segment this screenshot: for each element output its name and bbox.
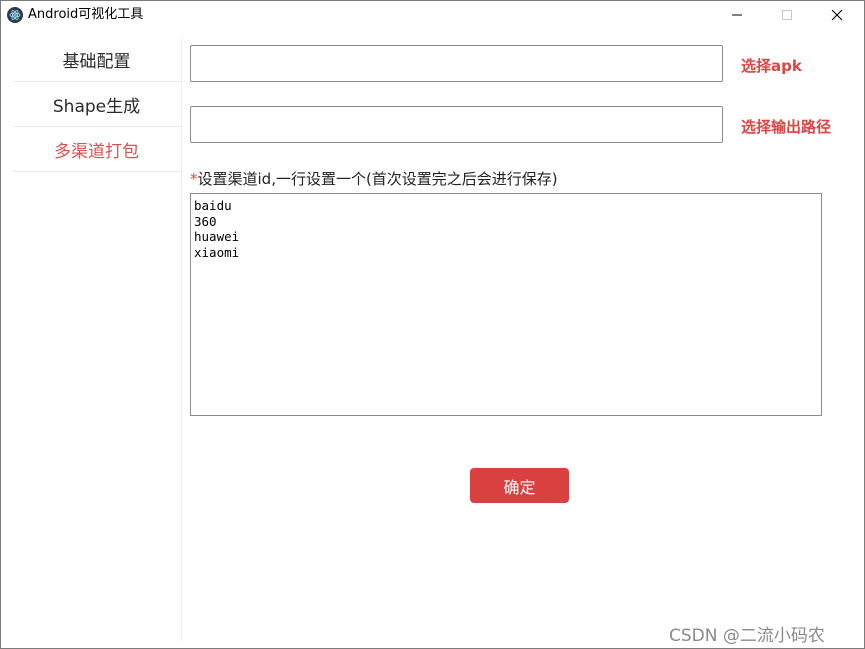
channel-id-label: *设置渠道id,一行设置一个(首次设置完之后会进行保存) bbox=[190, 168, 558, 189]
output-path-input[interactable] bbox=[190, 106, 723, 143]
sidebar-nav: 基础配置 Shape生成 多渠道打包 bbox=[2, 37, 182, 642]
select-output-path-button[interactable]: 选择输出路径 bbox=[741, 116, 831, 137]
confirm-button-label: 确定 bbox=[503, 477, 536, 497]
select-apk-button[interactable]: 选择apk bbox=[741, 55, 802, 76]
channel-ids-textarea[interactable]: baidu 360 huawei xiaomi bbox=[190, 193, 822, 416]
required-marker: * bbox=[190, 170, 198, 188]
channel-label-text: 设置渠道id,一行设置一个(首次设置完之后会进行保存) bbox=[197, 170, 558, 188]
minimize-icon bbox=[732, 14, 742, 16]
window-title: Android可视化工具 bbox=[28, 7, 144, 22]
electron-app-icon bbox=[7, 7, 23, 23]
app-window: Android可视化工具 基础配置 Shape生成 多渠道打包 选择apk 选择… bbox=[0, 0, 865, 649]
sidebar-item-basic-config[interactable]: 基础配置 bbox=[12, 37, 181, 82]
close-button[interactable] bbox=[814, 1, 860, 29]
title-bar: Android可视化工具 bbox=[1, 1, 864, 31]
maximize-button[interactable] bbox=[764, 1, 810, 29]
minimize-button[interactable] bbox=[714, 1, 760, 29]
sidebar-item-shape-generate[interactable]: Shape生成 bbox=[12, 82, 181, 127]
sidebar-item-label: Shape生成 bbox=[52, 96, 141, 117]
maximize-icon bbox=[782, 10, 792, 20]
confirm-button[interactable]: 确定 bbox=[470, 468, 569, 503]
watermark: CSDN @二流小码农 bbox=[669, 626, 825, 646]
apk-path-input[interactable] bbox=[190, 45, 723, 82]
sidebar-item-label: 基础配置 bbox=[62, 51, 131, 72]
close-icon bbox=[831, 9, 843, 21]
sidebar-item-label: 多渠道打包 bbox=[54, 141, 139, 162]
sidebar-item-multi-channel-pack[interactable]: 多渠道打包 bbox=[12, 127, 181, 172]
